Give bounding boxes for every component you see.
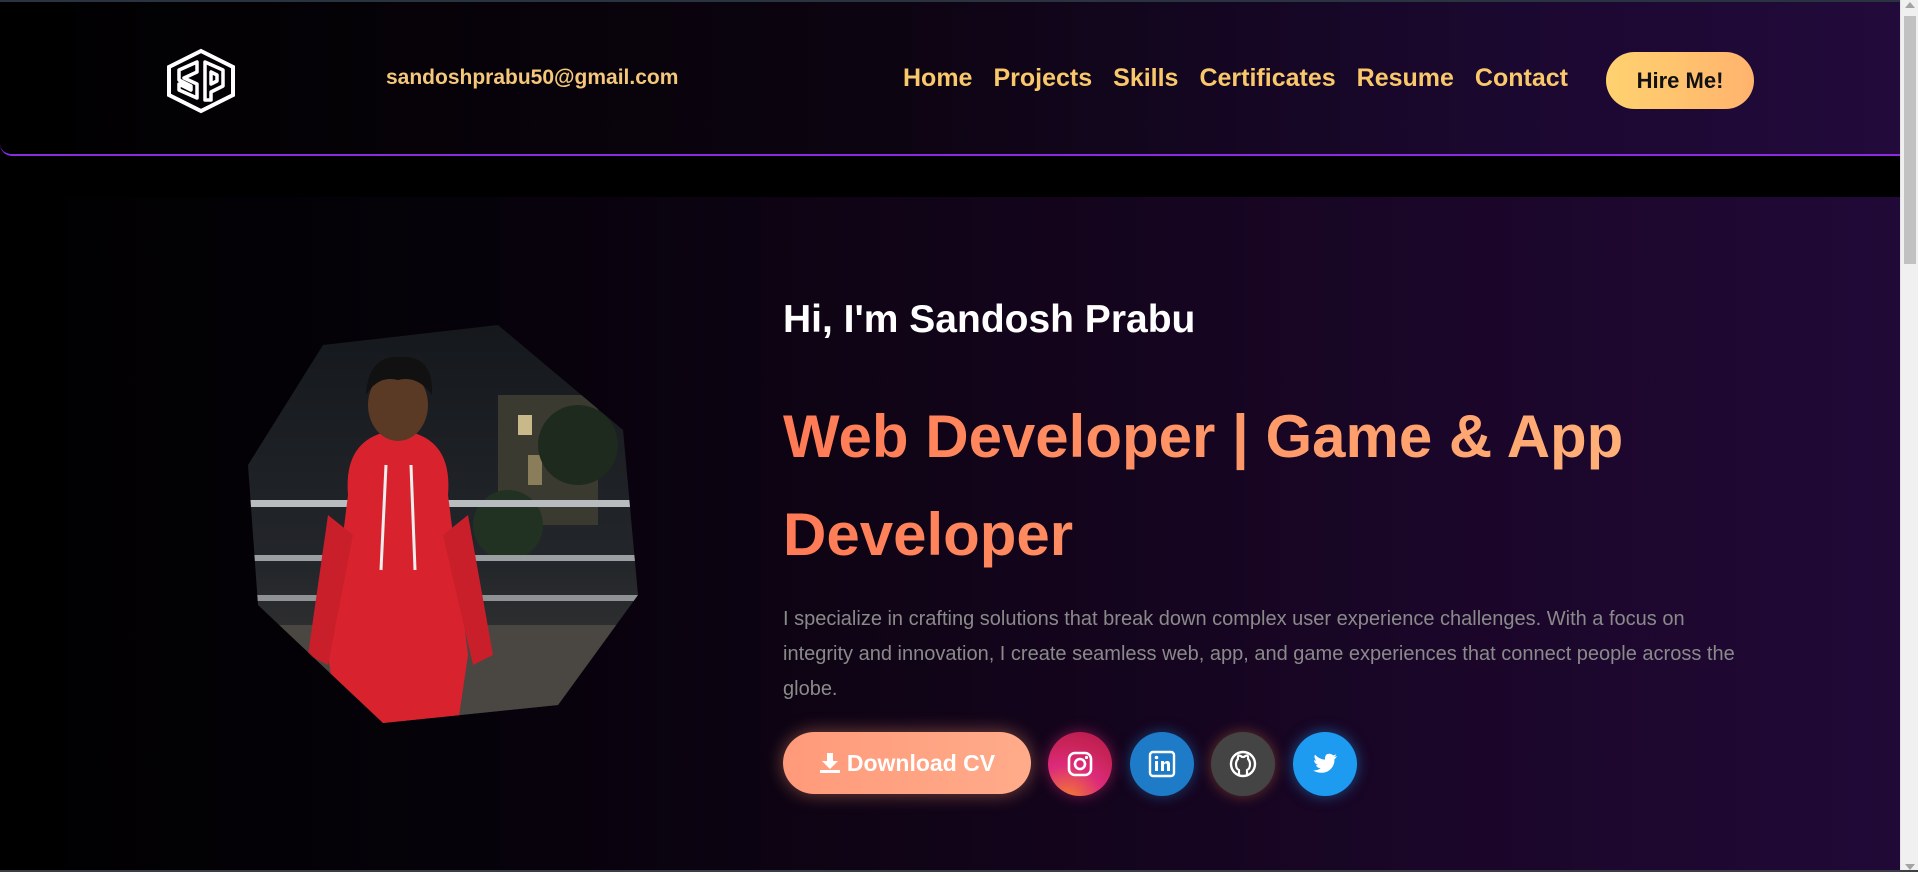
hero-bio: I specialize in crafting solutions that …: [783, 608, 1735, 700]
download-cv-button[interactable]: Download CV: [783, 732, 1031, 794]
scroll-thumb[interactable]: [1904, 16, 1916, 264]
scroll-up-arrow-icon[interactable]: [1905, 2, 1915, 8]
linkedin-button[interactable]: [1130, 732, 1194, 796]
site-header: sandoshprabu50@gmail.com Home Projects S…: [0, 2, 1900, 156]
github-icon: [1229, 750, 1257, 778]
nav-resume[interactable]: Resume: [1357, 64, 1454, 93]
twitter-button[interactable]: [1293, 732, 1357, 796]
twitter-icon: [1313, 753, 1337, 773]
nav-home[interactable]: Home: [903, 64, 972, 93]
header-email[interactable]: sandoshprabu50@gmail.com: [386, 66, 678, 90]
hero-role: Web Developer | Game & App Developer: [783, 388, 1683, 584]
sp-logo[interactable]: [164, 48, 238, 114]
linkedin-icon: [1148, 750, 1176, 778]
page-scrollbar[interactable]: [1900, 0, 1918, 872]
download-icon: [819, 753, 840, 773]
nav-certificates[interactable]: Certificates: [1199, 64, 1335, 93]
page: sandoshprabu50@gmail.com Home Projects S…: [0, 0, 1918, 872]
main-nav: Home Projects Skills Certificates Resume…: [903, 64, 1589, 93]
instagram-icon: [1067, 751, 1093, 777]
hire-me-button[interactable]: Hire Me!: [1606, 52, 1754, 109]
instagram-button[interactable]: [1048, 732, 1112, 796]
download-cv-label: Download CV: [846, 749, 996, 776]
github-button[interactable]: [1211, 732, 1275, 796]
nav-contact[interactable]: Contact: [1475, 64, 1568, 93]
profile-photo: [248, 325, 638, 723]
hero-greeting: Hi, I'm Sandosh Prabu: [783, 298, 1196, 341]
nav-projects[interactable]: Projects: [993, 64, 1092, 93]
nav-skills[interactable]: Skills: [1113, 64, 1178, 93]
